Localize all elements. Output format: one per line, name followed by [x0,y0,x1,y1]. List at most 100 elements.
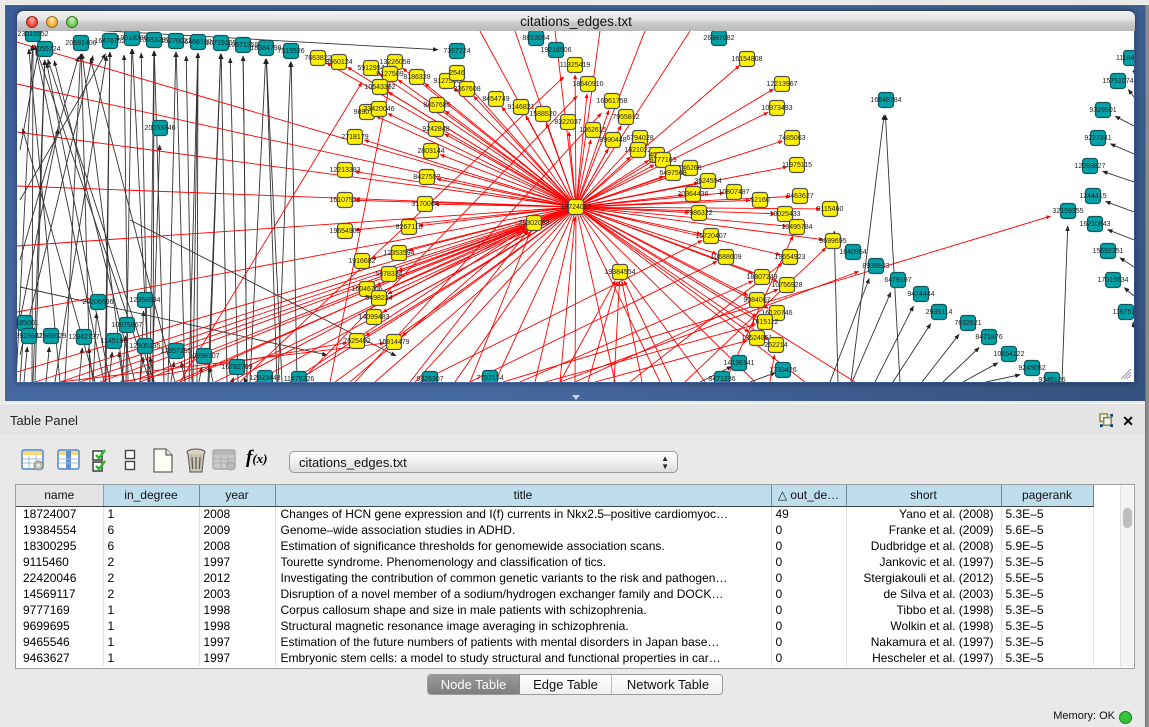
svg-text:16154808: 16154808 [731,56,762,63]
svg-text:9474444: 9474444 [907,291,934,298]
svg-text:11975115: 11975115 [782,162,812,169]
svg-text:25302033: 25302033 [518,220,549,227]
svg-text:15751074: 15751074 [1102,78,1133,85]
svg-text:8471876: 8471876 [975,334,1002,341]
svg-text:1640954: 1640954 [839,249,866,256]
svg-text:2803144: 2803144 [417,148,444,155]
svg-text:9242848: 9242848 [422,126,449,133]
svg-text:8813054: 8813054 [522,35,549,42]
svg-text:9463627: 9463627 [786,193,813,200]
svg-text:2935114: 2935114 [926,309,953,316]
svg-text:8990448: 8990448 [599,137,626,144]
svg-text:12353594: 12353594 [383,250,414,257]
svg-text:12923448: 12923448 [249,375,280,382]
svg-text:8457685: 8457685 [423,102,450,109]
svg-text:18807249: 18807249 [746,274,777,281]
svg-text:16107528: 16107528 [329,197,360,204]
svg-text:18724007: 18724007 [560,204,591,211]
svg-text:12505135: 12505135 [129,343,160,350]
svg-text:2185001: 2185001 [17,320,39,327]
svg-text:32159355: 32159355 [1052,208,1083,215]
svg-text:23420046: 23420046 [363,106,394,113]
svg-text:8267110: 8267110 [396,224,423,231]
svg-text:14099483: 14099483 [358,314,389,321]
svg-text:10807487: 10807487 [718,189,749,196]
svg-text:11476226: 11476226 [284,376,315,382]
svg-text:10958107: 10958107 [188,353,219,360]
svg-text:9345126: 9345126 [1038,377,1065,382]
svg-text:7632621: 7632621 [954,320,981,327]
svg-text:9227341: 9227341 [1084,135,1111,142]
svg-text:9146821: 9146821 [507,104,534,111]
svg-text:7955812: 7955812 [612,114,639,121]
svg-text:7625402: 7625402 [343,338,370,345]
svg-text:5498224: 5498224 [365,295,392,302]
svg-text:14055724: 14055724 [29,46,60,53]
svg-text:14136141: 14136141 [723,360,754,367]
svg-text:10756928: 10756928 [771,282,802,289]
svg-text:1733426: 1733426 [769,367,796,374]
svg-text:8186328: 8186328 [403,74,430,81]
svg-text:17016534: 17016534 [1097,277,1128,284]
svg-text:9245052: 9245052 [1018,365,1045,372]
svg-text:17957255: 17957255 [160,348,191,355]
svg-text:7782134: 7782134 [476,375,503,382]
svg-text:12942737: 12942737 [68,334,99,341]
svg-text:3170064: 3170064 [411,201,438,208]
svg-text:15692351: 15692351 [1092,248,1123,255]
svg-text:252214: 252214 [764,342,787,349]
svg-text:11325419: 11325419 [560,62,591,69]
svg-text:1588520: 1588520 [529,111,556,118]
svg-text:10975867: 10975867 [111,322,142,329]
svg-text:1167533: 1167533 [1113,309,1134,316]
svg-text:20053346: 20053346 [144,125,175,132]
svg-text:10973493: 10973493 [761,105,792,112]
svg-text:20206586: 20206586 [82,299,113,306]
svg-text:9699695: 9699695 [819,238,846,245]
svg-text:1615112: 1615112 [752,319,779,326]
svg-text:3624554: 3624554 [694,178,721,185]
svg-text:9084067: 9084067 [743,297,770,304]
svg-text:10688609: 10688609 [710,254,741,261]
svg-text:2718179: 2718179 [341,134,368,141]
svg-text:1621022: 1621022 [624,147,651,154]
svg-text:26387682: 26387682 [703,35,734,42]
svg-text:16648784: 16648784 [870,97,901,104]
svg-text:23016552: 23016552 [17,31,48,38]
svg-text:6479197: 6479197 [884,277,911,284]
svg-text:11184371: 11184371 [1116,55,1134,62]
svg-text:16914479: 16914479 [378,339,409,346]
svg-text:11568629: 11568629 [36,333,67,340]
svg-text:10654122: 10654122 [993,351,1024,358]
svg-text:19384554: 19384554 [604,269,635,276]
svg-text:12213383: 12213383 [329,167,360,174]
svg-text:15720407: 15720407 [695,233,726,240]
svg-text:1916682: 1916682 [348,258,375,265]
svg-text:2367608: 2367608 [453,86,480,93]
svg-text:13495784: 13495784 [781,224,812,231]
svg-text:13226058: 13226058 [379,59,410,66]
svg-text:9777169: 9777169 [649,157,676,164]
svg-text:19654905: 19654905 [329,228,360,235]
svg-text:20691406: 20691406 [65,40,96,47]
svg-text:1362615: 1362615 [579,127,606,134]
svg-text:2546: 2546 [449,70,465,77]
svg-text:19654923: 19654923 [774,254,805,261]
svg-text:9115460: 9115460 [817,206,844,213]
svg-text:12213967: 12213967 [766,81,797,88]
svg-text:16782759: 16782759 [221,364,252,371]
svg-text:8322037: 8322037 [554,119,581,126]
svg-text:20364436: 20364436 [677,191,708,198]
svg-text:10543362: 10543362 [364,84,395,91]
svg-text:8471236: 8471236 [708,376,735,382]
svg-text:9826307: 9826307 [416,376,443,382]
svg-text:7515526: 7515526 [277,48,304,55]
svg-text:1145193: 1145193 [101,338,128,345]
svg-text:12093827: 12093827 [1074,163,1105,170]
svg-text:7986322: 7986322 [685,210,712,217]
svg-text:9329901: 9329901 [1089,107,1116,114]
svg-text:8427552: 8427552 [413,174,440,181]
svg-text:7485063: 7485063 [778,135,805,142]
svg-text:7357224: 7357224 [443,48,470,55]
svg-text:62160: 62160 [750,197,770,204]
